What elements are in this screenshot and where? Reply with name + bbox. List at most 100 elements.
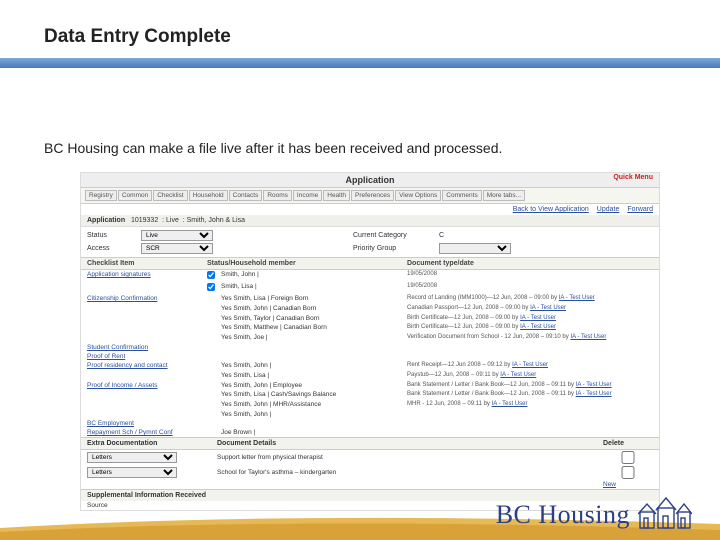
checklist-doc: Paystub—12 Jun, 2008 – 09:11 by IA - Tes… <box>407 372 653 380</box>
col-item: Checklist Item <box>87 260 207 267</box>
info-label: Application <box>87 217 125 224</box>
col-status: Status/Household member <box>207 260 407 267</box>
tab-comments[interactable]: Comments <box>442 190 481 201</box>
link-back[interactable]: Back to View Application <box>513 206 589 213</box>
user-link[interactable]: IA - Test User <box>570 334 606 340</box>
extra-doc-header: Extra Documentation Document Details Del… <box>81 437 659 450</box>
user-link[interactable]: IA - Test User <box>520 324 556 330</box>
extra-doc-new-link[interactable]: New <box>603 481 653 488</box>
checklist-member: Smith, Lisa | <box>221 283 407 290</box>
checklist-doc: Birth Certificate—12 Jun, 2008 – 09:00 b… <box>407 315 653 323</box>
houses-icon <box>638 494 692 530</box>
extra-doc-type-select[interactable]: Letters <box>87 452 177 463</box>
tab-checklist[interactable]: Checklist <box>153 190 187 201</box>
checklist-doc: Birth Certificate—12 Jun, 2008 – 09:00 b… <box>407 324 653 332</box>
checklist-item-label[interactable]: BC Employment <box>87 420 207 427</box>
checklist-member: Yes Smith, Matthew | Canadian Born <box>221 324 407 331</box>
checklist-row: Proof of Income / Assets Yes Smith, John … <box>81 381 659 391</box>
checklist-member: Joe Brown | <box>221 429 407 436</box>
bc-housing-logo: BC Housing <box>496 494 692 530</box>
slide-body-text: BC Housing can make a file live after it… <box>44 140 502 156</box>
checklist-doc: Record of Landing (IMM1000)—12 Jun, 2008… <box>407 295 653 303</box>
extra-doc-details: School for Taylor's asthma – kindergarte… <box>217 469 603 476</box>
checklist-member: Yes Smith, John | Employee <box>221 382 407 389</box>
checklist-row: Yes Smith, John | Canadian BornCanadian … <box>81 304 659 314</box>
checklist-row: Proof residency and contactYes Smith, Jo… <box>81 361 659 371</box>
checklist-row: Yes Smith, Joe |Verification Document fr… <box>81 333 659 343</box>
extra-doc-row-new: New <box>81 480 659 489</box>
checklist-checkbox[interactable] <box>207 283 215 291</box>
checklist-member: Yes Smith, John | <box>221 411 407 418</box>
checklist-doc: Bank Statement / Letter / Bank Book—12 J… <box>407 391 653 399</box>
tab-bar: Registry Common Checklist Household Cont… <box>81 188 659 204</box>
application-panel: Application Quick Menu Registry Common C… <box>80 172 660 511</box>
info-id: 1019332 <box>131 217 158 224</box>
checklist-row: BC Employment <box>81 419 659 428</box>
logo-text: BC Housing <box>496 500 630 530</box>
access-select[interactable]: SCR <box>141 243 213 254</box>
checklist-doc: Rent Receipt—12 Jun 2008 – 09:12 by IA -… <box>407 362 653 370</box>
checklist-item-label[interactable]: Student Confirmation <box>87 344 207 351</box>
info-name: Smith, John & Lisa <box>187 217 245 224</box>
col-doc: Document type/date <box>407 260 653 267</box>
tab-registry[interactable]: Registry <box>85 190 117 201</box>
checklist-row: Yes Smith, Lisa |Paystub—12 Jun, 2008 – … <box>81 371 659 381</box>
checklist-item-label[interactable]: Citizenship Confirmation <box>87 295 207 302</box>
link-update[interactable]: Update <box>597 206 620 213</box>
status-select[interactable]: Live <box>141 230 213 241</box>
tab-health[interactable]: Health <box>323 190 350 201</box>
application-info-row: Application 1019332 : Live : Smith, John… <box>81 215 659 227</box>
checklist-item-label[interactable]: Application signatures <box>87 271 207 278</box>
checklist-checkbox[interactable] <box>207 271 215 279</box>
user-link[interactable]: IA - Test User <box>530 305 566 311</box>
checklist-doc: 19/05/2008 <box>407 283 653 291</box>
checklist-row: Repayment Sch / Pymnt Conf Joe Brown | <box>81 428 659 437</box>
slide-title: Data Entry Complete <box>44 26 231 48</box>
access-label: Access <box>87 245 135 252</box>
checklist-member: Yes Smith, Lisa | <box>221 372 407 379</box>
checklist-row: Citizenship Confirmation Yes Smith, Lisa … <box>81 294 659 304</box>
extra-doc-details: Support letter from physical therapist <box>217 454 603 461</box>
user-link[interactable]: IA - Test User <box>576 382 612 388</box>
tab-contacts[interactable]: Contacts <box>229 190 263 201</box>
checklist-item-label[interactable]: Proof of Rent <box>87 353 207 360</box>
user-link[interactable]: IA - Test User <box>512 362 548 368</box>
category-label: Current Category <box>353 232 433 239</box>
checklist-row: Yes Smith, John | <box>81 410 659 419</box>
tab-common[interactable]: Common <box>118 190 152 201</box>
checklist-member: Yes Smith, John | MHR/Assistance <box>221 401 407 408</box>
checklist-row: Application signaturesSmith, John |19/05… <box>81 270 659 282</box>
user-link[interactable]: IA - Test User <box>500 372 536 378</box>
priority-select[interactable] <box>439 243 511 254</box>
tab-view-options[interactable]: View Options <box>395 190 441 201</box>
checklist-item-label[interactable]: Proof of Income / Assets <box>87 382 207 389</box>
checklist-member: Yes Smith, Joe | <box>221 334 407 341</box>
checklist-doc: Verification Document from School - 12 J… <box>407 334 653 342</box>
extra-doc-type-select[interactable]: Letters <box>87 467 177 478</box>
tab-income[interactable]: Income <box>293 190 322 201</box>
tab-rooms[interactable]: Rooms <box>263 190 292 201</box>
checklist-doc: Bank Statement / Letter / Bank Book—12 J… <box>407 382 653 390</box>
priority-label: Priority Group <box>353 245 433 252</box>
checklist-row: Yes Smith, Taylor | Canadian BornBirth C… <box>81 314 659 324</box>
checklist-header: Checklist Item Status/Household member D… <box>81 257 659 270</box>
extra-doc-delete-checkbox[interactable] <box>603 466 653 479</box>
user-link[interactable]: IA - Test User <box>492 401 528 407</box>
checklist-item-label[interactable]: Repayment Sch / Pymnt Conf <box>87 429 207 436</box>
checklist-doc: 19/05/2008 <box>407 271 653 279</box>
user-link[interactable]: IA - Test User <box>576 391 612 397</box>
quick-menu-link[interactable]: Quick Menu <box>613 174 653 181</box>
checklist-member: Yes Smith, Taylor | Canadian Born <box>221 315 407 322</box>
extra-doc-delete-checkbox[interactable] <box>603 451 653 464</box>
checklist-member: Yes Smith, Lisa | Foreign Born <box>221 295 407 302</box>
checklist-item-label[interactable]: Proof residency and contact <box>87 362 207 369</box>
tab-preferences[interactable]: Preferences <box>351 190 394 201</box>
checklist-doc: MHR - 12 Jun, 2008 – 09:11 by IA - Test … <box>407 401 653 409</box>
tab-more[interactable]: More tabs... <box>483 190 525 201</box>
user-link[interactable]: IA - Test User <box>559 295 595 301</box>
link-forward[interactable]: Forward <box>627 206 653 213</box>
info-status: Live <box>166 217 179 224</box>
tab-household[interactable]: Household <box>189 190 228 201</box>
status-fields: Status Live Current Category C Access SC… <box>81 227 659 257</box>
user-link[interactable]: IA - Test User <box>520 315 556 321</box>
